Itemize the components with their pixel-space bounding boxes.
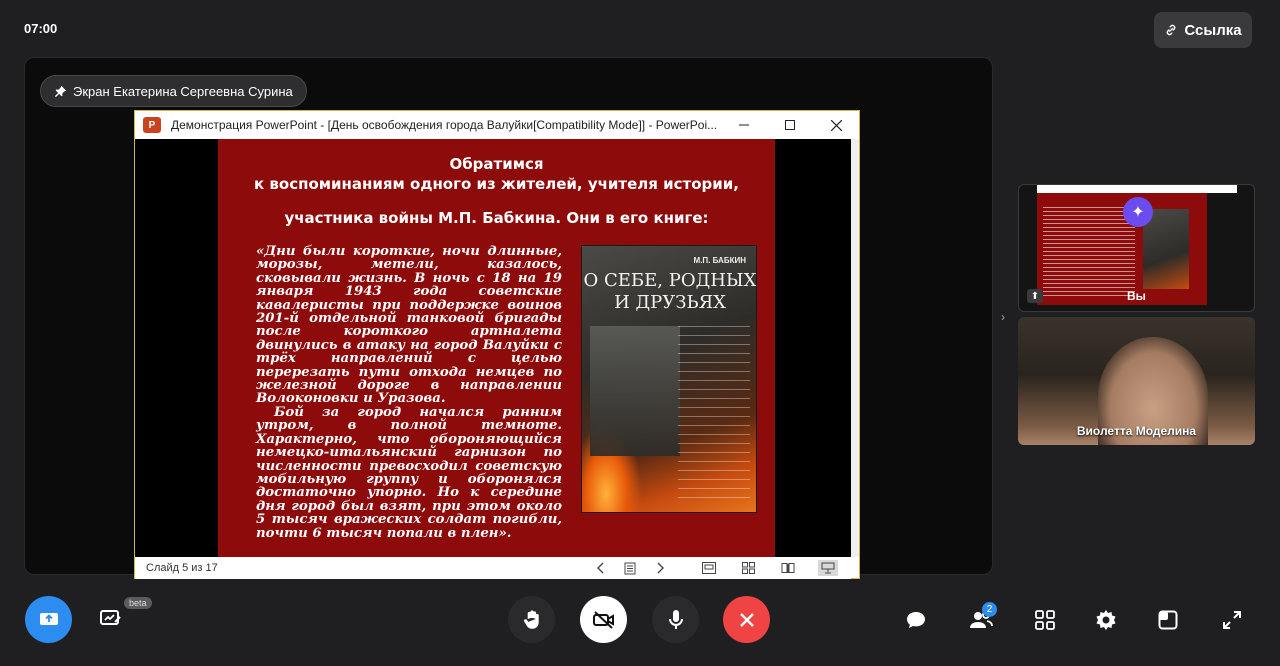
slide-counter: Слайд 5 из 17 xyxy=(146,562,218,574)
slide-viewport: Обратимся к воспоминаниям одного из жите… xyxy=(135,139,851,557)
copy-link-button[interactable]: Ссылка xyxy=(1154,12,1252,48)
camera-off-icon xyxy=(592,610,614,629)
chevron-right-icon xyxy=(657,562,664,574)
grid-icon xyxy=(1035,610,1055,630)
raise-hand-button[interactable] xyxy=(508,596,555,643)
book-cover-image: М.П. БАБКИН О СЕБЕ, РОДНЫХ И ДРУЗЬЯХ xyxy=(581,245,757,513)
pinned-screen-tag[interactable]: Экран Екатерина Сергеевна Сурина xyxy=(40,75,307,107)
chat-icon xyxy=(907,612,925,628)
slide-paragraph-1: «Дни были короткие, ночи длинные, морозы… xyxy=(256,244,562,407)
close-icon xyxy=(830,119,842,131)
slide-title-line1: Обратимся xyxy=(449,155,544,173)
book-title: О СЕБЕ, РОДНЫХ И ДРУЗЬЯХ xyxy=(583,270,757,313)
slide-title-line2: к воспоминаниям одного из жителей, учите… xyxy=(254,175,739,193)
minimize-button[interactable] xyxy=(721,111,767,139)
slide-sorter-button[interactable] xyxy=(740,560,756,576)
pin-icon xyxy=(54,85,67,97)
mini-slide-preview xyxy=(1037,193,1207,305)
participant-name: Виолетта Моделина xyxy=(1076,424,1197,438)
powerpoint-icon: P xyxy=(143,117,161,133)
hand-icon xyxy=(523,609,539,629)
picture-in-picture-button[interactable] xyxy=(1152,604,1184,636)
fullscreen-button[interactable] xyxy=(1216,604,1248,636)
ppt-scrollbar[interactable] xyxy=(851,139,859,557)
ppt-window-title: Демонстрация PowerPoint - [День освобожд… xyxy=(171,118,718,132)
close-window-button[interactable] xyxy=(813,111,859,139)
copy-link-label: Ссылка xyxy=(1184,21,1242,39)
chevron-left-icon xyxy=(597,562,604,574)
book-icon xyxy=(781,563,795,573)
microphone-button[interactable] xyxy=(652,596,699,643)
maximize-button[interactable] xyxy=(767,111,813,139)
participants-count-badge: 2 xyxy=(982,602,997,617)
chat-button[interactable] xyxy=(900,604,932,636)
book-author: М.П. БАБКИН xyxy=(693,256,746,265)
slideshow-view-button[interactable] xyxy=(818,560,838,576)
share-screen-icon xyxy=(39,612,58,625)
end-call-button[interactable] xyxy=(723,596,770,643)
mini-window-bar xyxy=(1037,185,1237,193)
prev-slide-button[interactable] xyxy=(592,560,608,576)
minimize-icon xyxy=(739,124,749,126)
book-handwriting xyxy=(678,326,750,506)
share-screen-button[interactable] xyxy=(25,596,72,643)
pip-icon xyxy=(1158,610,1178,630)
slide: Обратимся к воспоминаниям одного из жите… xyxy=(218,139,775,557)
slide-menu-button[interactable] xyxy=(622,560,638,576)
sparkle-icon[interactable]: ✦ xyxy=(1123,197,1153,227)
notes-icon xyxy=(624,562,636,574)
reading-view-button[interactable] xyxy=(780,560,796,576)
gear-icon xyxy=(1096,610,1116,630)
book-photo xyxy=(590,326,680,456)
upload-icon[interactable]: ⬆ xyxy=(1027,289,1043,303)
projector-icon xyxy=(821,562,835,574)
grid-icon xyxy=(741,562,755,574)
link-icon xyxy=(1167,24,1176,36)
next-slide-button[interactable] xyxy=(653,560,669,576)
slide-title-line3: участника войны М.П. Бабкина. Они в его … xyxy=(284,209,709,227)
participant-tile-violetta[interactable]: Виолетта Моделина xyxy=(1018,317,1255,445)
pinned-screen-label: Экран Екатерина Сергеевна Сурина xyxy=(73,83,293,99)
whiteboard-button[interactable] xyxy=(96,600,126,636)
mini-slide-text xyxy=(1043,207,1135,299)
whiteboard-icon xyxy=(100,610,121,625)
chevron-right-icon[interactable]: › xyxy=(1001,310,1005,324)
powerpoint-window: P Демонстрация PowerPoint - [День освобо… xyxy=(134,110,860,579)
normal-view-button[interactable] xyxy=(701,560,717,576)
normal-view-icon xyxy=(702,562,716,574)
beta-badge: beta xyxy=(124,597,152,609)
call-timer: 07:00 xyxy=(24,21,58,36)
camera-toggle-button[interactable] xyxy=(580,596,627,643)
ppt-status-bar: Слайд 5 из 17 xyxy=(135,557,851,579)
microphone-icon xyxy=(668,609,683,629)
layout-grid-button[interactable] xyxy=(1030,604,1060,636)
slide-quote: «Дни были короткие, ночи длинные, морозы… xyxy=(256,245,562,540)
expand-icon xyxy=(1223,611,1241,629)
settings-button[interactable] xyxy=(1090,604,1122,636)
maximize-icon xyxy=(785,120,795,130)
slide-paragraph-2: Бой за город начался ранним утром, в пол… xyxy=(256,404,562,541)
close-icon xyxy=(739,612,754,627)
participant-tile-self[interactable]: ✦ ⬆ Вы xyxy=(1018,184,1255,312)
participant-name-self: Вы xyxy=(1127,289,1146,303)
ppt-title-bar: P Демонстрация PowerPoint - [День освобо… xyxy=(135,111,859,139)
